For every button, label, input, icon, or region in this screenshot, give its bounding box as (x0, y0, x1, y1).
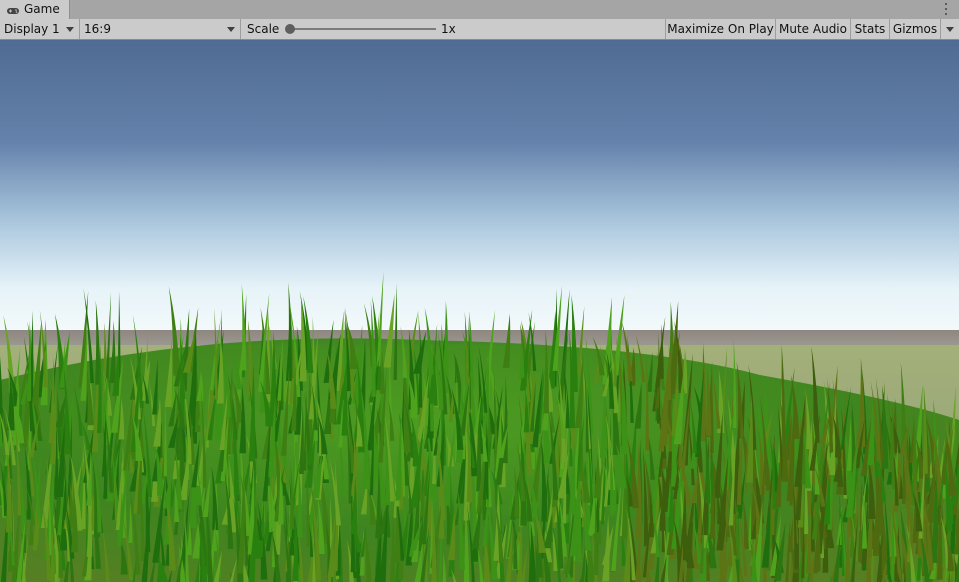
display-dropdown[interactable]: Display 1 (0, 19, 80, 39)
gizmos-dropdown[interactable] (940, 19, 959, 39)
maximize-on-play-toggle[interactable]: Maximize On Play (665, 19, 775, 39)
chevron-down-icon (66, 27, 74, 32)
chevron-down-icon (227, 27, 235, 32)
game-viewport[interactable] (0, 40, 959, 582)
mute-audio-label: Mute Audio (779, 22, 847, 36)
stats-toggle[interactable]: Stats (850, 19, 889, 39)
gamepad-icon (6, 5, 20, 15)
game-window: Game Display 1 16:9 Scale 1x Maximize On… (0, 0, 959, 582)
more-options-icon[interactable] (945, 3, 948, 15)
aspect-value: 16:9 (84, 22, 111, 36)
display-value: Display 1 (4, 22, 60, 36)
tab-strip: Game (0, 0, 959, 19)
scale-slider-track[interactable] (286, 28, 436, 30)
mute-audio-toggle[interactable]: Mute Audio (775, 19, 850, 39)
maximize-on-play-label: Maximize On Play (667, 22, 774, 36)
scale-slider-handle[interactable] (285, 24, 295, 34)
tab-title: Game (24, 2, 60, 16)
game-scene (0, 40, 959, 582)
gizmos-label: Gizmos (892, 22, 938, 36)
game-toolbar: Display 1 16:9 Scale 1x Maximize On Play… (0, 19, 959, 40)
aspect-dropdown[interactable]: 16:9 (80, 19, 241, 39)
gizmos-toggle[interactable]: Gizmos (889, 19, 940, 39)
scale-value: 1x (441, 22, 456, 36)
scale-label: Scale (247, 22, 280, 36)
tab-game[interactable]: Game (0, 0, 70, 19)
chevron-down-icon (946, 27, 954, 32)
stats-label: Stats (854, 22, 886, 36)
